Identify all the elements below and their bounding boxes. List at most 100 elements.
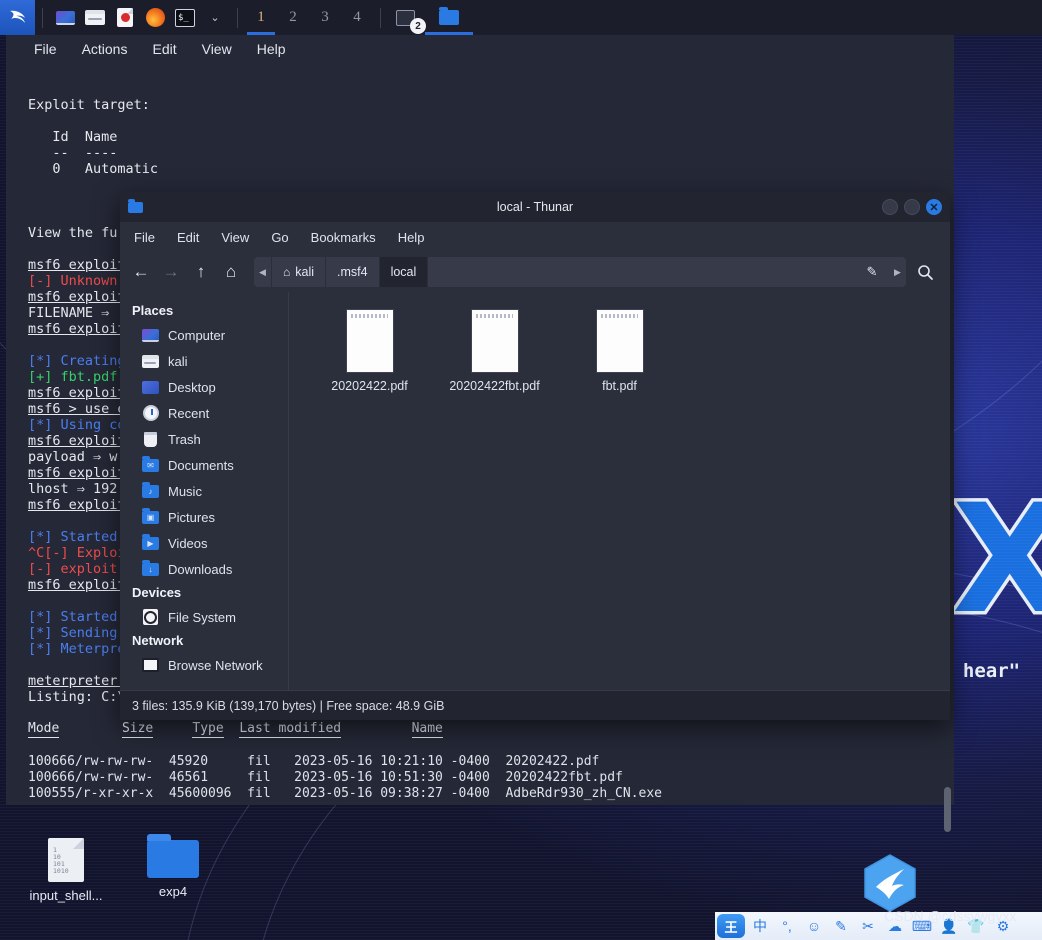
sidebar-item-music[interactable]: ♪ Music <box>120 478 288 504</box>
sogou-pinyin-icon[interactable] <box>862 853 918 915</box>
up-button[interactable]: ↑ <box>188 259 214 285</box>
listing-header-size: Size <box>121 721 154 738</box>
minimize-button[interactable] <box>882 199 898 215</box>
chevron-down-icon[interactable]: ⌄ <box>200 0 230 35</box>
terminal-line: [+] fbt.pdf <box>28 369 126 385</box>
terminal-line: ^C[-] Exploi <box>28 545 126 561</box>
sidebar-item-documents[interactable]: ✉ Documents <box>120 452 288 478</box>
path-breadcrumb-bar: ◀ ⌂ kali .msf4 local ✎ ▶ <box>254 257 906 287</box>
taskbar-item-thunar[interactable] <box>423 0 475 35</box>
back-button[interactable]: ← <box>128 259 154 285</box>
menu-view[interactable]: View <box>221 230 249 245</box>
terminal-line: msf6 exploit <box>28 385 126 401</box>
workspace-2[interactable]: 2 <box>277 0 309 35</box>
terminal-line: Listing: C:\ <box>28 689 126 705</box>
ime-punctuation-icon[interactable]: °, <box>775 914 799 938</box>
workspace-4[interactable]: 4 <box>341 0 373 35</box>
menu-view[interactable]: View <box>202 41 232 57</box>
home-folder-icon <box>142 353 159 370</box>
sidebar-group-places: Places <box>132 303 174 318</box>
list-item[interactable]: 20202422.pdf <box>307 308 432 393</box>
sidebar-item-downloads[interactable]: ↓ Downloads <box>120 556 288 582</box>
breadcrumb-msf4[interactable]: .msf4 <box>325 257 379 287</box>
sidebar-item-recent[interactable]: Recent <box>120 400 288 426</box>
task-list: 2 <box>388 0 475 35</box>
firefox-icon[interactable] <box>140 0 170 35</box>
sidebar-item-file-system[interactable]: File System <box>120 604 288 630</box>
ime-emoji-icon[interactable]: ☺ <box>802 914 826 938</box>
list-item[interactable]: 20202422fbt.pdf <box>432 308 557 393</box>
breadcrumb-label: .msf4 <box>337 265 368 279</box>
network-icon <box>142 657 159 674</box>
terminal-line: payload ⇒ w <box>28 449 118 465</box>
list-item[interactable]: fbt.pdf <box>557 308 682 393</box>
sidebar-item-videos[interactable]: ▶ Videos <box>120 530 288 556</box>
terminal-line: msf6 exploit <box>28 321 126 337</box>
breadcrumb-empty-area[interactable] <box>427 257 855 287</box>
listing-header-modified: Last modified <box>239 721 342 738</box>
sidebar-item-trash[interactable]: Trash <box>120 426 288 452</box>
close-button[interactable]: ✕ <box>926 199 942 215</box>
cell-name: 20202422.pdf <box>505 754 600 769</box>
ime-scissors-icon[interactable]: ✂ <box>856 914 880 938</box>
menu-actions[interactable]: Actions <box>82 41 128 57</box>
file-manager-icon[interactable] <box>80 0 110 35</box>
forward-button[interactable]: → <box>158 259 184 285</box>
terminal-line: 0 Automatic <box>28 161 159 177</box>
sidebar-item-desktop[interactable]: Desktop <box>120 374 288 400</box>
breadcrumb-scroll-left-icon[interactable]: ◀ <box>254 257 271 287</box>
workspace-1[interactable]: 1 <box>245 0 277 35</box>
breadcrumb-local[interactable]: local <box>378 257 428 287</box>
desktop-screen: X o hear" 1 10 101 1010 input_shell... exp4… <box>0 0 1042 940</box>
menu-help[interactable]: Help <box>398 230 425 245</box>
thunar-window[interactable]: local - Thunar ✕ File Edit View Go Bookm… <box>120 192 950 720</box>
sidebar-item-label: File System <box>168 609 236 625</box>
menu-help[interactable]: Help <box>257 41 286 57</box>
listing-header-type: Type <box>192 721 224 738</box>
thunar-file-view[interactable]: 20202422.pdf 20202422fbt.pdf fbt.pdf <box>288 292 950 690</box>
ime-language-icon[interactable]: 中 <box>748 914 772 938</box>
file-system-icon <box>142 609 159 626</box>
terminal-line: msf6 exploit <box>28 577 126 593</box>
breadcrumb-kali[interactable]: ⌂ kali <box>271 257 326 287</box>
sidebar-item-computer[interactable]: Computer <box>120 322 288 348</box>
menu-edit[interactable]: Edit <box>152 41 176 57</box>
menu-file[interactable]: File <box>134 230 155 245</box>
window-controls: ✕ <box>882 199 942 215</box>
document-blocked-icon[interactable] <box>110 0 140 35</box>
workspace-3[interactable]: 3 <box>309 0 341 35</box>
taskbar-item-terminal[interactable]: 2 <box>388 0 426 35</box>
ime-mode-button[interactable]: 王 <box>717 914 745 938</box>
sidebar-item-label: Pictures <box>168 509 215 525</box>
display-settings-icon[interactable] <box>50 0 80 35</box>
terminal-line: [*] Sending <box>28 625 126 641</box>
panel-separator <box>42 7 43 28</box>
thunar-titlebar[interactable]: local - Thunar ✕ <box>120 192 950 222</box>
terminal-scrollbar-thumb[interactable] <box>944 787 951 832</box>
home-button[interactable]: ⌂ <box>218 259 244 285</box>
menu-file[interactable]: File <box>34 41 57 57</box>
menu-bookmarks[interactable]: Bookmarks <box>311 230 376 245</box>
terminal-line: [*] Creating <box>28 353 126 369</box>
menu-go[interactable]: Go <box>271 230 288 245</box>
desktop-icon-input-shell[interactable]: 1 10 101 1010 input_shell... <box>14 838 118 903</box>
desktop-icon-exp4[interactable]: exp4 <box>121 834 225 899</box>
pdf-file-icon <box>596 310 643 372</box>
sidebar-item-browse-network[interactable]: Browse Network <box>120 652 288 678</box>
terminal-icon[interactable]: $_ <box>170 0 200 35</box>
thunar-menubar: File Edit View Go Bookmarks Help <box>120 222 950 252</box>
sidebar-item-label: Documents <box>168 457 234 473</box>
sidebar-item-kali[interactable]: kali <box>120 348 288 374</box>
edit-path-icon[interactable]: ✎ <box>855 257 889 287</box>
panel-launchers: $_ ⌄ <box>0 0 245 35</box>
search-icon[interactable] <box>910 264 940 281</box>
kali-dragon-icon[interactable] <box>0 0 35 35</box>
cell-type: fil <box>247 770 271 785</box>
cell-mode: 100666/rw-rw-rw- <box>28 754 154 769</box>
ime-handwriting-icon[interactable]: ✎ <box>829 914 853 938</box>
sidebar-item-pictures[interactable]: ▣ Pictures <box>120 504 288 530</box>
breadcrumb-scroll-right-icon[interactable]: ▶ <box>889 257 906 287</box>
maximize-button[interactable] <box>904 199 920 215</box>
menu-edit[interactable]: Edit <box>177 230 199 245</box>
folder-icon <box>439 10 459 25</box>
